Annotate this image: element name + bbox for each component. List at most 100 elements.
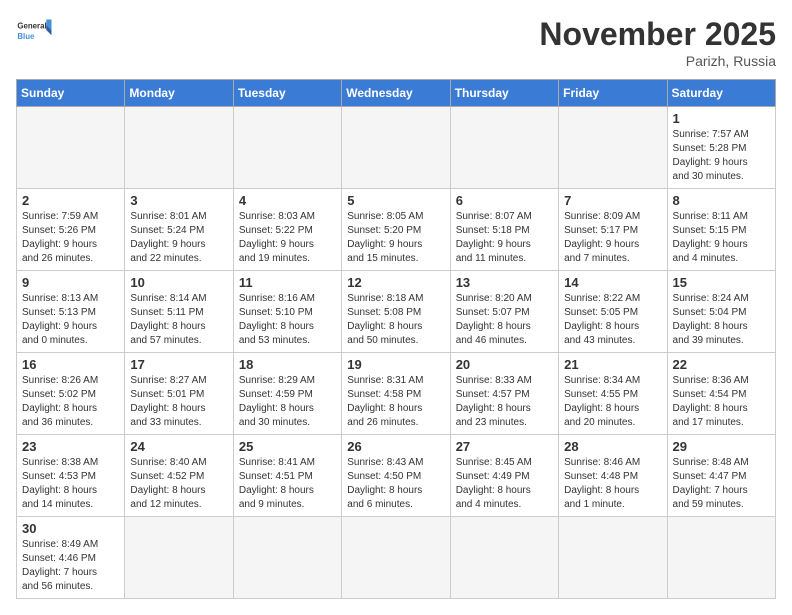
svg-text:Blue: Blue bbox=[17, 32, 35, 41]
cell-info: Sunrise: 8:11 AM Sunset: 5:15 PM Dayligh… bbox=[673, 210, 770, 266]
day-number: 21 bbox=[564, 357, 661, 372]
calendar-cell bbox=[667, 517, 775, 599]
calendar-cell bbox=[559, 517, 667, 599]
weekday-header-thursday: Thursday bbox=[450, 80, 558, 107]
day-number: 5 bbox=[347, 193, 444, 208]
day-number: 22 bbox=[673, 357, 770, 372]
calendar-cell bbox=[125, 517, 233, 599]
calendar-cell: 21 Sunrise: 8:34 AM Sunset: 4:55 PM Dayli… bbox=[559, 353, 667, 435]
day-number: 14 bbox=[564, 275, 661, 290]
calendar-cell: 28 Sunrise: 8:46 AM Sunset: 4:48 PM Dayli… bbox=[559, 435, 667, 517]
calendar-cell: 13 Sunrise: 8:20 AM Sunset: 5:07 PM Dayli… bbox=[450, 271, 558, 353]
title-block: November 2025 Parizh, Russia bbox=[539, 16, 776, 69]
cell-info: Sunrise: 8:20 AM Sunset: 5:07 PM Dayligh… bbox=[456, 292, 553, 348]
cell-info: Sunrise: 8:36 AM Sunset: 4:54 PM Dayligh… bbox=[673, 374, 770, 430]
calendar-cell: 20 Sunrise: 8:33 AM Sunset: 4:57 PM Dayli… bbox=[450, 353, 558, 435]
day-number: 9 bbox=[22, 275, 119, 290]
cell-info: Sunrise: 8:33 AM Sunset: 4:57 PM Dayligh… bbox=[456, 374, 553, 430]
calendar-cell bbox=[450, 107, 558, 189]
day-number: 20 bbox=[456, 357, 553, 372]
cell-info: Sunrise: 8:34 AM Sunset: 4:55 PM Dayligh… bbox=[564, 374, 661, 430]
calendar-cell bbox=[342, 517, 450, 599]
day-number: 30 bbox=[22, 521, 119, 536]
calendar-cell: 5 Sunrise: 8:05 AM Sunset: 5:20 PM Daylig… bbox=[342, 189, 450, 271]
day-number: 16 bbox=[22, 357, 119, 372]
day-number: 26 bbox=[347, 439, 444, 454]
calendar-cell: 12 Sunrise: 8:18 AM Sunset: 5:08 PM Dayli… bbox=[342, 271, 450, 353]
day-number: 19 bbox=[347, 357, 444, 372]
weekday-header-wednesday: Wednesday bbox=[342, 80, 450, 107]
calendar-cell: 11 Sunrise: 8:16 AM Sunset: 5:10 PM Dayli… bbox=[233, 271, 341, 353]
page-header: General Blue November 2025 Parizh, Russi… bbox=[16, 16, 776, 69]
calendar-cell: 6 Sunrise: 8:07 AM Sunset: 5:18 PM Daylig… bbox=[450, 189, 558, 271]
calendar-cell: 24Sunrise: 8:40 AM Sunset: 4:52 PM Dayli… bbox=[125, 435, 233, 517]
day-number: 29 bbox=[673, 439, 770, 454]
calendar-cell bbox=[233, 107, 341, 189]
calendar-cell bbox=[17, 107, 125, 189]
cell-info: Sunrise: 8:13 AM Sunset: 5:13 PM Dayligh… bbox=[22, 292, 119, 348]
cell-info: Sunrise: 8:26 AM Sunset: 5:02 PM Dayligh… bbox=[22, 374, 119, 430]
month-title: November 2025 bbox=[539, 16, 776, 53]
calendar-cell: 30Sunrise: 8:49 AM Sunset: 4:46 PM Dayli… bbox=[17, 517, 125, 599]
day-number: 3 bbox=[130, 193, 227, 208]
calendar-cell: 27Sunrise: 8:45 AM Sunset: 4:49 PM Dayli… bbox=[450, 435, 558, 517]
calendar-cell: 14 Sunrise: 8:22 AM Sunset: 5:05 PM Dayli… bbox=[559, 271, 667, 353]
calendar-cell bbox=[559, 107, 667, 189]
cell-info: Sunrise: 8:27 AM Sunset: 5:01 PM Dayligh… bbox=[130, 374, 227, 430]
calendar-cell: 19 Sunrise: 8:31 AM Sunset: 4:58 PM Dayli… bbox=[342, 353, 450, 435]
calendar-cell bbox=[342, 107, 450, 189]
calendar-cell: 9 Sunrise: 8:13 AM Sunset: 5:13 PM Daylig… bbox=[17, 271, 125, 353]
day-number: 25 bbox=[239, 439, 336, 454]
calendar-cell: 7Sunrise: 8:09 AM Sunset: 5:17 PM Daylig… bbox=[559, 189, 667, 271]
day-number: 24 bbox=[130, 439, 227, 454]
calendar-cell: 8Sunrise: 8:11 AM Sunset: 5:15 PM Daylig… bbox=[667, 189, 775, 271]
cell-info: Sunrise: 7:57 AM Sunset: 5:28 PM Dayligh… bbox=[673, 128, 770, 184]
weekday-header-friday: Friday bbox=[559, 80, 667, 107]
day-number: 10 bbox=[130, 275, 227, 290]
calendar-cell bbox=[233, 517, 341, 599]
cell-info: Sunrise: 8:05 AM Sunset: 5:20 PM Dayligh… bbox=[347, 210, 444, 266]
day-number: 17 bbox=[130, 357, 227, 372]
cell-info: Sunrise: 8:43 AM Sunset: 4:50 PM Dayligh… bbox=[347, 456, 444, 512]
cell-info: Sunrise: 8:09 AM Sunset: 5:17 PM Dayligh… bbox=[564, 210, 661, 266]
cell-info: Sunrise: 8:07 AM Sunset: 5:18 PM Dayligh… bbox=[456, 210, 553, 266]
logo: General Blue bbox=[16, 16, 52, 44]
cell-info: Sunrise: 8:45 AM Sunset: 4:49 PM Dayligh… bbox=[456, 456, 553, 512]
calendar-cell: 22 Sunrise: 8:36 AM Sunset: 4:54 PM Dayli… bbox=[667, 353, 775, 435]
day-number: 23 bbox=[22, 439, 119, 454]
day-number: 4 bbox=[239, 193, 336, 208]
day-number: 11 bbox=[239, 275, 336, 290]
weekday-header-tuesday: Tuesday bbox=[233, 80, 341, 107]
cell-info: Sunrise: 8:22 AM Sunset: 5:05 PM Dayligh… bbox=[564, 292, 661, 348]
calendar-cell: 25 Sunrise: 8:41 AM Sunset: 4:51 PM Dayli… bbox=[233, 435, 341, 517]
cell-info: Sunrise: 8:29 AM Sunset: 4:59 PM Dayligh… bbox=[239, 374, 336, 430]
cell-info: Sunrise: 8:16 AM Sunset: 5:10 PM Dayligh… bbox=[239, 292, 336, 348]
cell-info: Sunrise: 8:18 AM Sunset: 5:08 PM Dayligh… bbox=[347, 292, 444, 348]
calendar-cell: 10 Sunrise: 8:14 AM Sunset: 5:11 PM Dayli… bbox=[125, 271, 233, 353]
calendar-cell: 26 Sunrise: 8:43 AM Sunset: 4:50 PM Dayli… bbox=[342, 435, 450, 517]
day-number: 13 bbox=[456, 275, 553, 290]
cell-info: Sunrise: 8:38 AM Sunset: 4:53 PM Dayligh… bbox=[22, 456, 119, 512]
day-number: 12 bbox=[347, 275, 444, 290]
cell-info: Sunrise: 8:14 AM Sunset: 5:11 PM Dayligh… bbox=[130, 292, 227, 348]
calendar-cell: 2Sunrise: 7:59 AM Sunset: 5:26 PM Daylig… bbox=[17, 189, 125, 271]
weekday-header-monday: Monday bbox=[125, 80, 233, 107]
svg-text:General: General bbox=[17, 21, 46, 30]
cell-info: Sunrise: 8:48 AM Sunset: 4:47 PM Dayligh… bbox=[673, 456, 770, 512]
cell-info: Sunrise: 8:01 AM Sunset: 5:24 PM Dayligh… bbox=[130, 210, 227, 266]
day-number: 1 bbox=[673, 111, 770, 126]
calendar-cell: 18Sunrise: 8:29 AM Sunset: 4:59 PM Dayli… bbox=[233, 353, 341, 435]
weekday-header-saturday: Saturday bbox=[667, 80, 775, 107]
cell-info: Sunrise: 8:31 AM Sunset: 4:58 PM Dayligh… bbox=[347, 374, 444, 430]
calendar-cell bbox=[450, 517, 558, 599]
cell-info: Sunrise: 8:03 AM Sunset: 5:22 PM Dayligh… bbox=[239, 210, 336, 266]
day-number: 28 bbox=[564, 439, 661, 454]
calendar-cell: 4 Sunrise: 8:03 AM Sunset: 5:22 PM Daylig… bbox=[233, 189, 341, 271]
day-number: 6 bbox=[456, 193, 553, 208]
calendar-cell bbox=[125, 107, 233, 189]
cell-info: Sunrise: 8:41 AM Sunset: 4:51 PM Dayligh… bbox=[239, 456, 336, 512]
cell-info: Sunrise: 8:46 AM Sunset: 4:48 PM Dayligh… bbox=[564, 456, 661, 512]
calendar-header: SundayMondayTuesdayWednesdayThursdayFrid… bbox=[17, 80, 776, 107]
calendar-cell: 17 Sunrise: 8:27 AM Sunset: 5:01 PM Dayli… bbox=[125, 353, 233, 435]
calendar-cell: 3 Sunrise: 8:01 AM Sunset: 5:24 PM Daylig… bbox=[125, 189, 233, 271]
